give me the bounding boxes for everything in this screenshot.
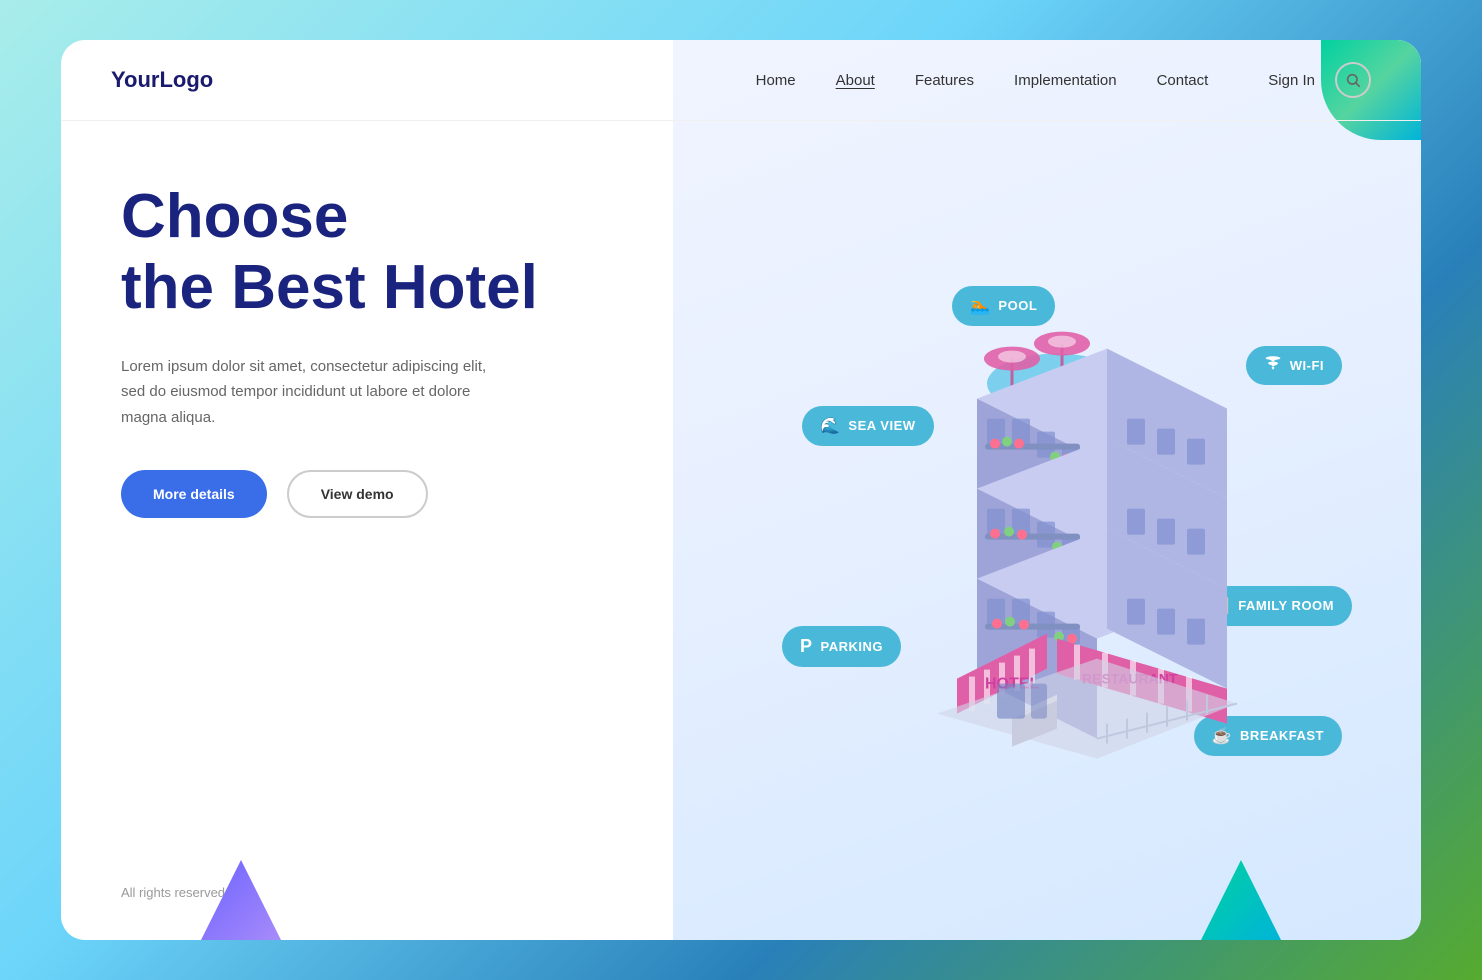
logo: YourLogo [111, 67, 213, 93]
nav-about[interactable]: About [836, 72, 875, 89]
button-group: More details View demo [121, 470, 623, 518]
badge-breakfast-label: BREAKFAST [1240, 728, 1324, 743]
footer-copyright: All rights reserved [121, 885, 623, 900]
hero-description: Lorem ipsum dolor sit amet, consectetur … [121, 354, 501, 431]
sign-in-link[interactable]: Sign In [1268, 72, 1315, 89]
wifi-icon [1264, 356, 1282, 375]
badge-wifi-label: WI-FI [1290, 358, 1324, 373]
main-content: Choosethe Best Hotel Lorem ipsum dolor s… [61, 121, 1421, 940]
nav-links: Home About Features Implementation Conta… [756, 72, 1209, 89]
nav-right: Sign In [1268, 62, 1371, 98]
main-card: YourLogo Home About Features Implementat… [61, 40, 1421, 940]
nav-contact[interactable]: Contact [1157, 72, 1209, 89]
search-icon [1345, 72, 1361, 88]
navbar: YourLogo Home About Features Implementat… [61, 40, 1421, 121]
badge-family-label: FAMILY ROOM [1238, 598, 1334, 613]
hotel-scene: 🏊 POOL 🌊 SEA VIEW WI-FI [722, 206, 1372, 856]
nav-features[interactable]: Features [915, 72, 974, 89]
hotel-illustration: HOTEL RESTAURANT [857, 288, 1237, 793]
nav-implementation[interactable]: Implementation [1014, 72, 1117, 89]
search-button[interactable] [1335, 62, 1371, 98]
view-demo-button[interactable]: View demo [287, 470, 428, 518]
more-details-button[interactable]: More details [121, 470, 267, 518]
hero-title: Choosethe Best Hotel [121, 181, 623, 324]
badge-wifi: WI-FI [1246, 346, 1342, 385]
nav-home[interactable]: Home [756, 72, 796, 89]
seaview-icon: 🌊 [820, 416, 840, 436]
parking-icon: P [800, 636, 813, 657]
right-section: 🏊 POOL 🌊 SEA VIEW WI-FI [673, 121, 1421, 940]
left-section: Choosethe Best Hotel Lorem ipsum dolor s… [61, 121, 673, 940]
